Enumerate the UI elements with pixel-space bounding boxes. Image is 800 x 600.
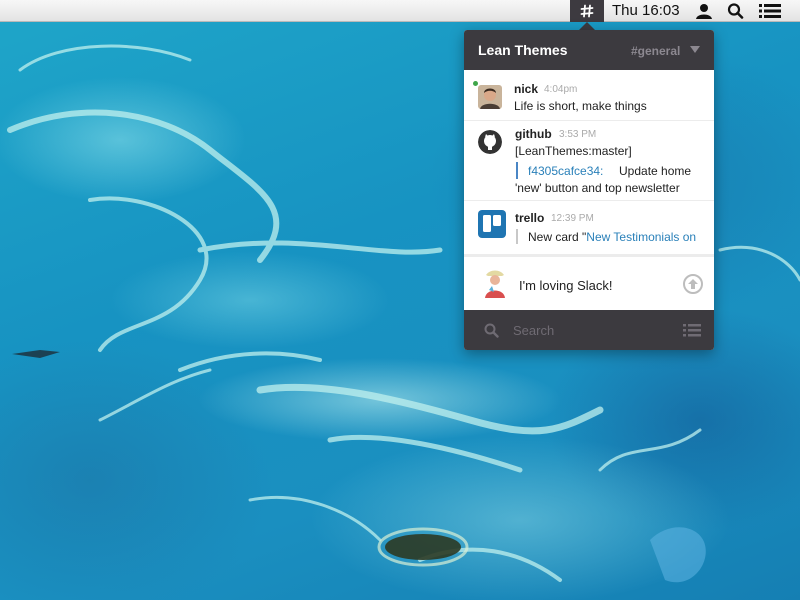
menu-bar: Thu 16:03	[0, 0, 800, 22]
trello-icon[interactable]	[478, 210, 506, 238]
user-icon[interactable]	[695, 3, 713, 19]
presence-dot	[473, 81, 478, 86]
message-author[interactable]: nick	[514, 82, 538, 96]
slack-menubar-button[interactable]	[570, 0, 604, 22]
message-item: github 3:53 PM [LeanThemes:master] f4305…	[464, 120, 714, 200]
arrow-up-icon	[688, 279, 698, 289]
search-input[interactable]: Search	[513, 323, 554, 338]
notification-list-icon[interactable]	[759, 3, 781, 19]
commit-message: Update home	[619, 164, 692, 178]
popover-header: Lean Themes #general	[464, 30, 714, 70]
chevron-down-icon[interactable]	[690, 46, 700, 53]
attachment-bar	[516, 162, 518, 179]
channel-selector[interactable]: #general	[631, 44, 680, 58]
composer-input-text[interactable]: I'm loving Slack!	[519, 278, 613, 293]
send-button[interactable]	[683, 274, 703, 294]
message-composer[interactable]: I'm loving Slack!	[464, 254, 714, 310]
message-item: trello 12:39 PM New card "New Testimonia…	[464, 200, 714, 254]
popover-footer: Search	[464, 310, 714, 350]
message-time: 3:53 PM	[559, 129, 597, 140]
slack-popover: Lean Themes #general nick 4:04pm Life is…	[464, 30, 714, 350]
message-author[interactable]: trello	[515, 211, 544, 225]
message-text: Life is short, make things	[514, 99, 647, 113]
commit-hash-link[interactable]: f4305cafce34:	[528, 164, 603, 178]
menubar-clock[interactable]: Thu 16:03	[612, 2, 680, 20]
message-time: 12:39 PM	[551, 213, 594, 224]
attachment-bar	[516, 229, 518, 244]
search-icon[interactable]	[727, 3, 745, 19]
search-icon[interactable]	[484, 323, 499, 338]
avatar	[478, 266, 510, 298]
attachment-text: New card "New Testimonials on	[528, 230, 708, 244]
message-item: nick 4:04pm Life is short, make things	[464, 70, 714, 120]
message-author[interactable]: github	[515, 127, 552, 141]
avatar[interactable]	[478, 85, 502, 109]
commit-message-continued: 'new' button and top newsletter	[515, 181, 680, 195]
slack-hash-icon	[580, 4, 594, 18]
trello-card-link[interactable]: New Testimonials on	[586, 230, 696, 244]
github-icon[interactable]	[478, 130, 502, 154]
team-name[interactable]: Lean Themes	[478, 42, 567, 58]
message-time: 4:04pm	[544, 84, 578, 95]
message-text: [LeanThemes:master]	[515, 144, 632, 158]
attachment-prefix: New card "	[528, 230, 587, 244]
menu-list-icon[interactable]	[683, 324, 701, 337]
